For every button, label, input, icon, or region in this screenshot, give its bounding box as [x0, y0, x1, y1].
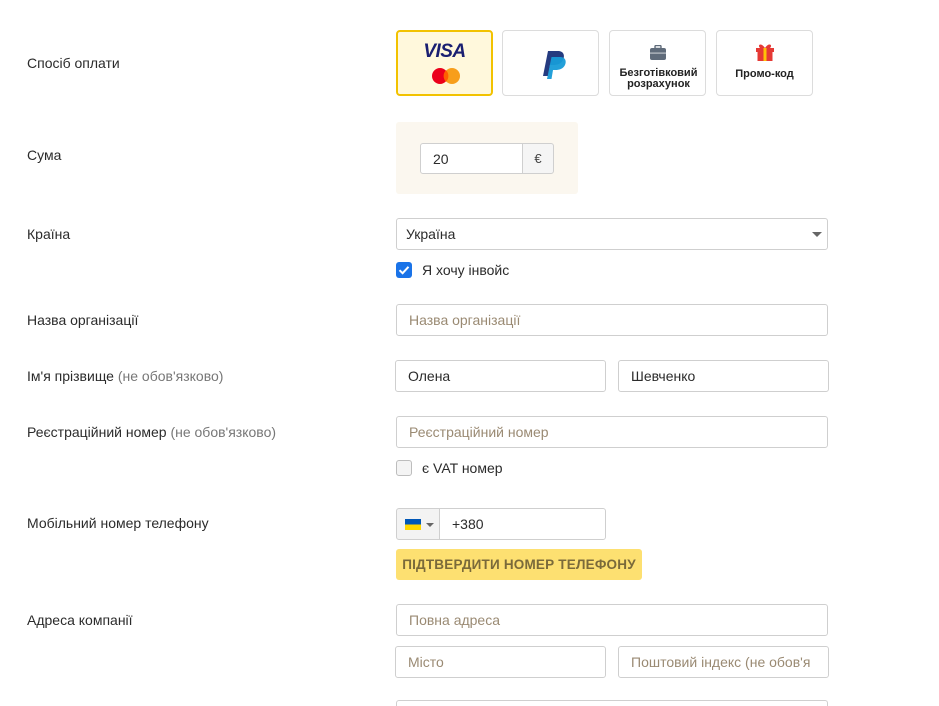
phone-label: Мобільний номер телефону — [27, 515, 209, 531]
amount-label: Сума — [27, 147, 62, 163]
registration-label: Реєстраційний номер (не обов'язково) — [27, 424, 276, 440]
country-select[interactable]: Україна — [396, 218, 828, 250]
paypal-icon — [543, 51, 566, 79]
country-select-value: Україна — [406, 226, 456, 242]
currency-addon: € — [522, 143, 554, 174]
name-optional-hint: (не обов'язково) — [117, 368, 224, 384]
visa-logo: VISA — [423, 41, 466, 62]
ukraine-flag-icon — [405, 519, 421, 530]
chevron-down-icon — [812, 232, 822, 237]
checkmark-icon — [398, 266, 410, 275]
flag-chevron-down-icon — [426, 523, 434, 527]
payment-method-label: Спосіб оплати — [27, 55, 120, 71]
country-code-dropdown[interactable] — [396, 508, 440, 540]
invoice-checkbox-label: Я хочу інвойс — [422, 262, 510, 278]
city-input[interactable]: Місто — [395, 646, 606, 678]
name-label: Ім'я прізвище (не обов'язково) — [27, 368, 223, 384]
registration-optional-hint: (не обов'язково) — [170, 424, 277, 440]
registration-input[interactable]: Реєстраційний номер — [396, 416, 828, 448]
payment-paypal-option[interactable] — [502, 30, 599, 96]
amount-input[interactable]: 20 — [420, 143, 524, 174]
vat-checkbox-label: є VAT номер — [422, 460, 503, 476]
payment-bank-option[interactable]: Безготівковий розрахунок — [609, 30, 706, 96]
first-name-input[interactable]: Олена — [395, 360, 606, 392]
briefcase-icon — [650, 45, 666, 60]
address-label: Адреса компанії — [27, 612, 133, 628]
name-label-text: Ім'я прізвище — [27, 368, 114, 384]
confirm-phone-button[interactable]: ПІДТВЕРДИТИ НОМЕР ТЕЛЕФОНУ — [396, 549, 642, 580]
bank-option-label: Безготівковий розрахунок — [619, 67, 698, 90]
zip-input[interactable]: Поштовий індекс (не обов'я — [618, 646, 829, 678]
promo-option-label: Промо-код — [735, 68, 794, 80]
vat-checkbox[interactable] — [396, 460, 412, 476]
full-address-input[interactable]: Повна адреса — [396, 604, 828, 636]
gift-icon — [756, 44, 774, 61]
country-label: Країна — [27, 226, 71, 242]
payment-card-option[interactable]: VISA — [396, 30, 493, 96]
invoice-checkbox[interactable] — [396, 262, 412, 278]
phone-input[interactable]: +380 — [439, 508, 606, 540]
organization-input[interactable]: Назва організації — [396, 304, 828, 336]
next-field-edge — [396, 700, 828, 706]
payment-promo-option[interactable]: Промо-код — [716, 30, 813, 96]
mastercard-icon — [432, 68, 460, 84]
organization-label: Назва організації — [27, 312, 139, 328]
registration-label-text: Реєстраційний номер — [27, 424, 167, 440]
last-name-input[interactable]: Шевченко — [618, 360, 829, 392]
